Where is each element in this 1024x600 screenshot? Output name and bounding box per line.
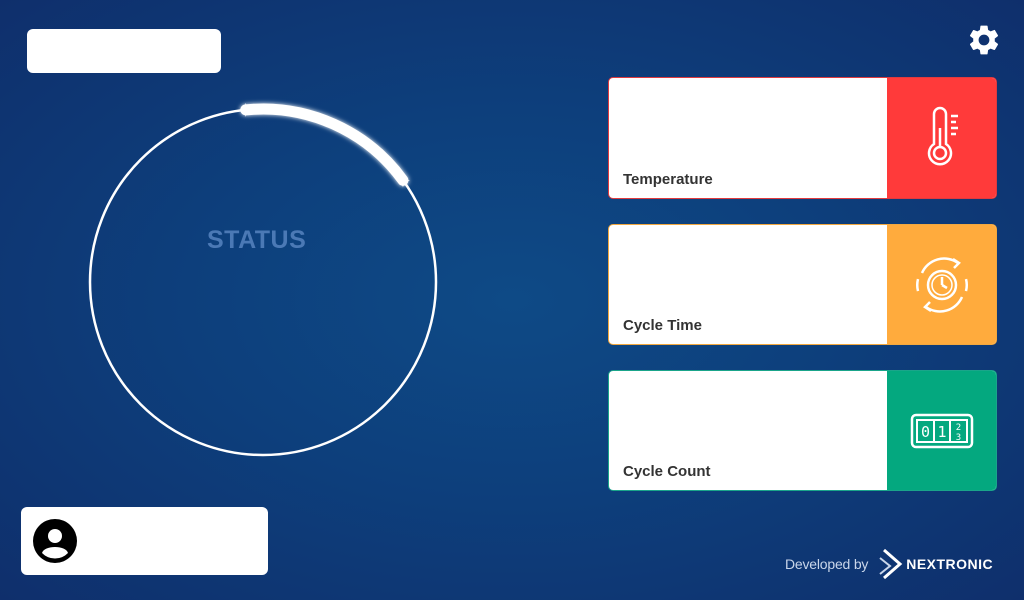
status-progress-arc [240, 103, 409, 186]
svg-text:1: 1 [937, 423, 946, 441]
clock-cycle-icon [915, 256, 968, 313]
cycle-time-icon-panel [887, 225, 996, 344]
nextronic-logo-icon [879, 548, 903, 580]
cycle-count-label: Cycle Count [623, 463, 711, 480]
cycle-count-card[interactable]: Cycle Count 0 1 2 3 [608, 370, 997, 491]
cycle-count-icon-panel: 0 1 2 3 [887, 371, 996, 490]
brand-name: NEXTRONIC [906, 556, 994, 572]
svg-text:2: 2 [955, 423, 960, 433]
cycle-time-card[interactable]: Cycle Time [608, 224, 997, 345]
svg-text:0: 0 [920, 423, 929, 441]
title-box [27, 29, 221, 73]
status-label: STATUS [207, 226, 307, 254]
user-avatar-icon [33, 519, 77, 563]
cycle-time-label: Cycle Time [623, 317, 702, 334]
counter-icon: 0 1 2 3 [910, 413, 973, 448]
svg-text:3: 3 [955, 433, 960, 443]
thermometer-icon [927, 106, 958, 166]
temperature-card[interactable]: Temperature [608, 77, 997, 199]
developer-credit: Developed by NEXTRONIC [785, 548, 993, 580]
temperature-label: Temperature [623, 171, 713, 188]
developed-by-text: Developed by [785, 556, 869, 572]
gear-icon[interactable] [966, 22, 1002, 58]
status-ring [80, 95, 446, 467]
temperature-icon-panel [887, 78, 996, 198]
user-box[interactable] [21, 507, 268, 575]
